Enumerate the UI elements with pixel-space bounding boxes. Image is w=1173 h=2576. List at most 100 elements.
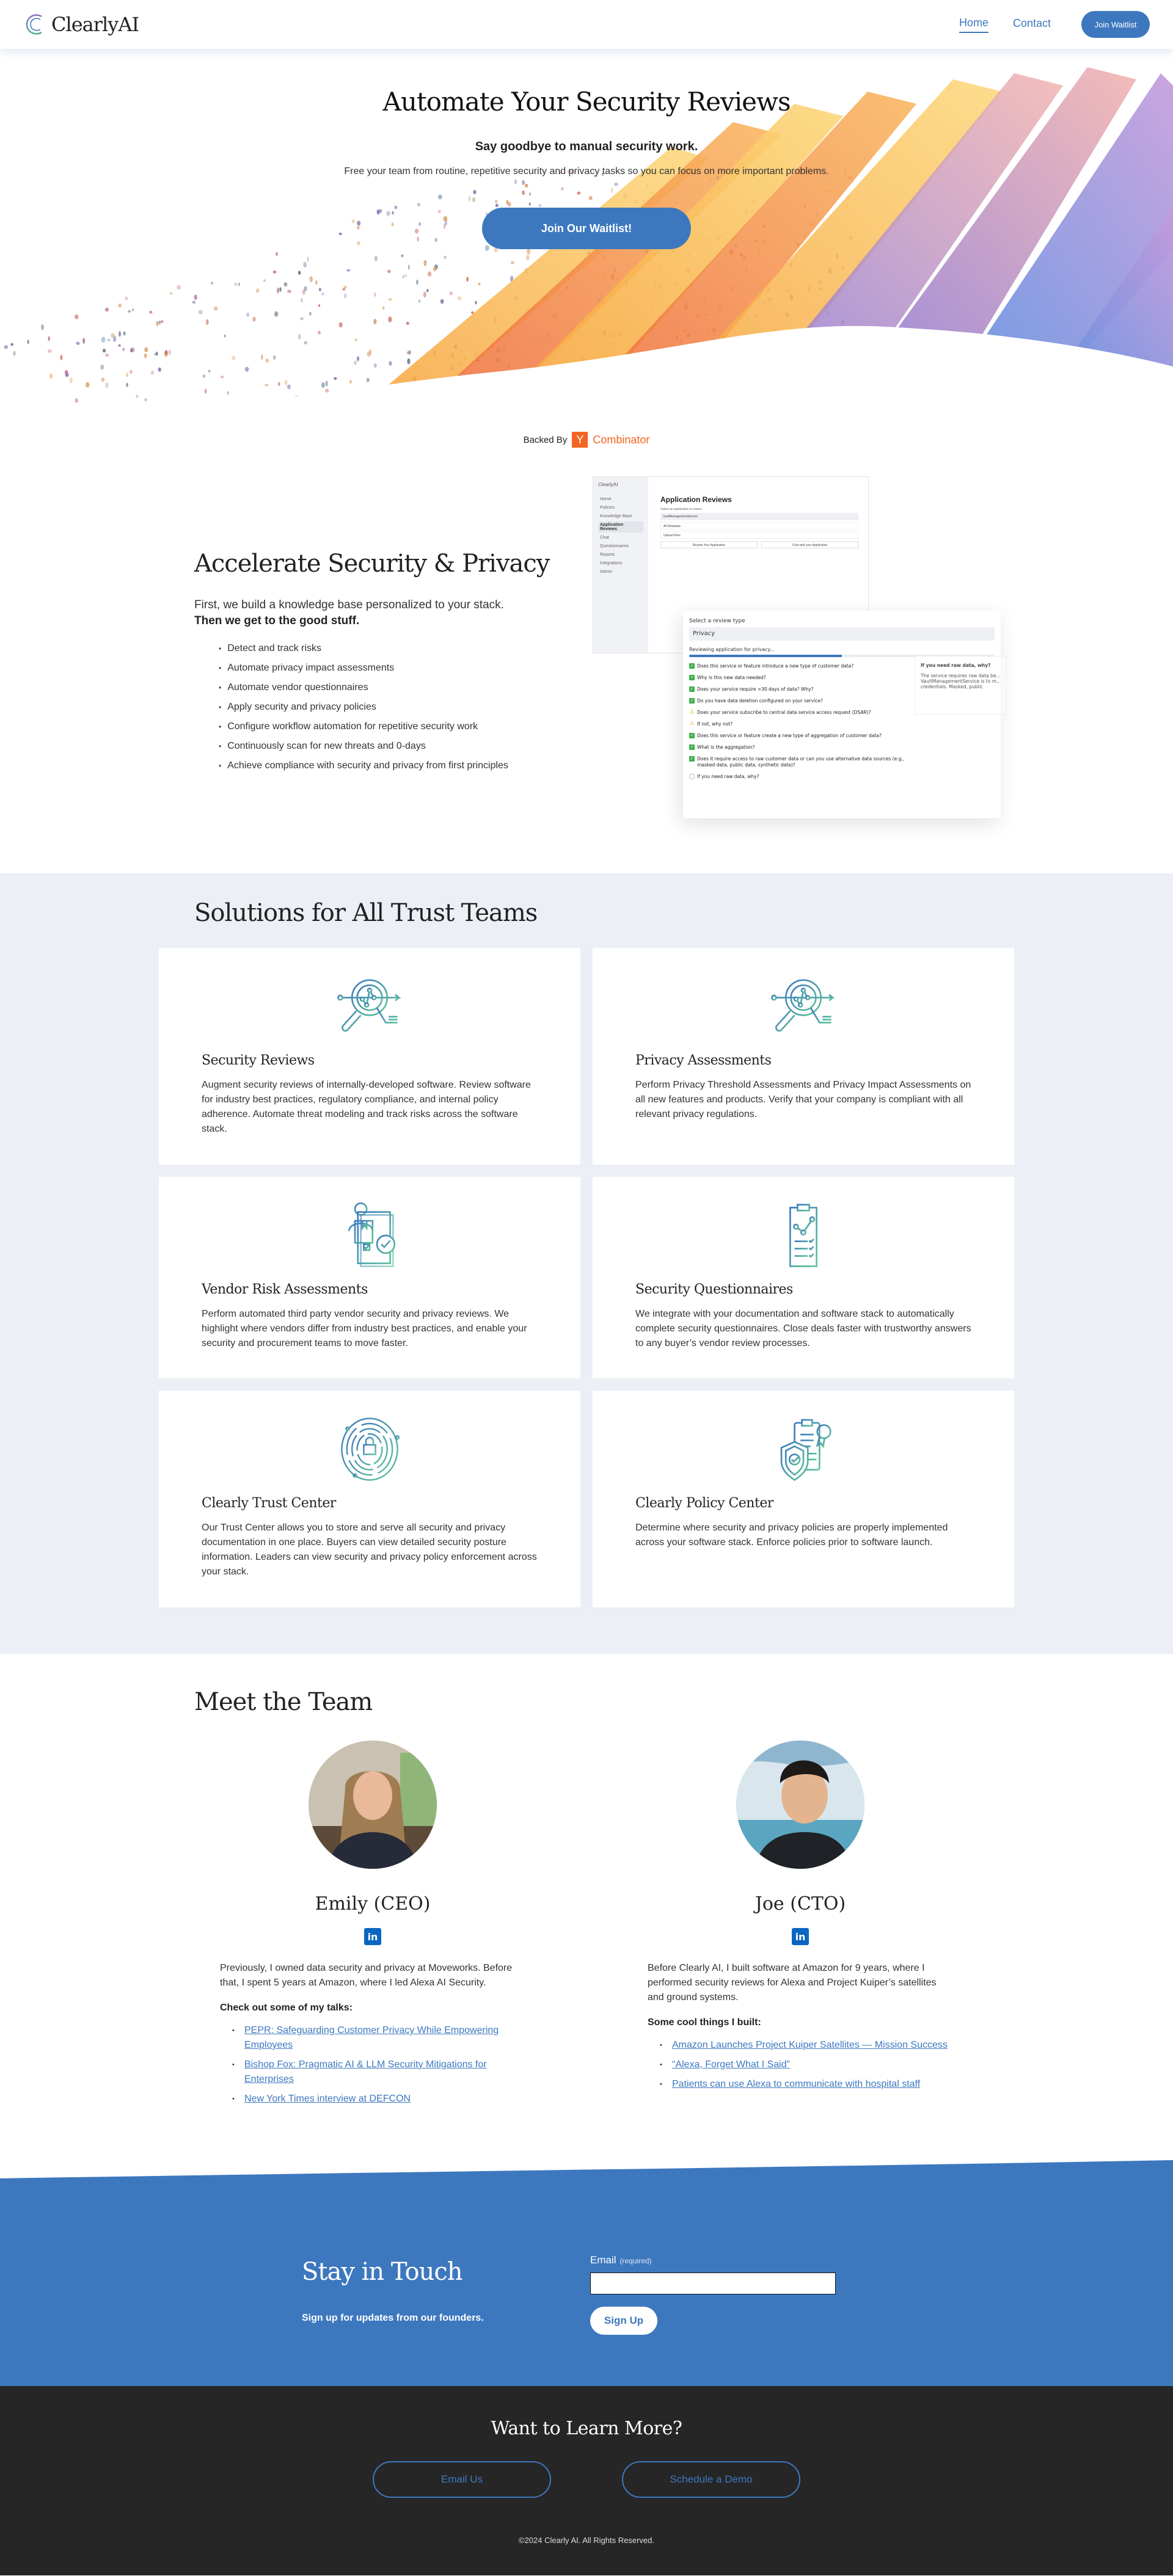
hero-dot	[211, 282, 213, 285]
solution-card: Vendor Risk Assessments Perform automate…	[159, 1177, 580, 1378]
hero-dot	[283, 282, 288, 287]
feature-item: Continuously scan for new threats and 0-…	[219, 737, 561, 756]
hero-dot	[104, 382, 109, 388]
hero-dot	[298, 271, 301, 275]
hero-dot	[272, 355, 276, 360]
hero-dot	[261, 354, 263, 360]
solution-text: Perform Privacy Threshold Assessments an…	[635, 1080, 971, 1119]
app-brand: ClearlyAI	[598, 482, 618, 487]
link-item: PEPR: Safeguarding Customer Privacy Whil…	[232, 2023, 525, 2053]
hero-dot	[234, 283, 238, 286]
avatar-photo-icon	[309, 1741, 437, 1869]
hero-dot	[309, 311, 312, 316]
talk-link[interactable]: PEPR: Safeguarding Customer Privacy Whil…	[244, 2025, 499, 2050]
hero-dot	[318, 304, 321, 307]
schedule-demo-button[interactable]: Schedule a Demo	[622, 2461, 800, 2498]
hero-dot	[144, 353, 147, 358]
hero-dot	[154, 352, 158, 356]
hero-dot	[510, 261, 515, 264]
question-text: Why is this new data needed?	[697, 675, 766, 680]
email-us-button[interactable]: Email Us	[373, 2461, 551, 2498]
hero-dot	[125, 296, 128, 300]
app-nav-item: Reports	[600, 553, 615, 557]
solution-title: Security Reviews	[202, 1053, 315, 1068]
hero-dot	[128, 310, 131, 313]
question-text: If you need raw data, why?	[697, 774, 759, 779]
question-text: Does your service require >30 days of da…	[697, 686, 814, 692]
hero-dot	[164, 350, 168, 355]
review-type-select: Privacy	[689, 627, 995, 641]
hero-dot	[126, 373, 129, 377]
hero-dot	[349, 379, 352, 384]
project-link[interactable]: Amazon Launches Project Kuiper Satellite…	[672, 2040, 948, 2050]
sign-up-button[interactable]: Sign Up	[590, 2307, 657, 2335]
check-icon: ✓	[689, 698, 695, 704]
footer: Want to Learn More? Email Us Schedule a …	[0, 2386, 1173, 2575]
hero-dot	[416, 279, 418, 285]
hero-dot	[64, 370, 68, 375]
logo[interactable]: ClearlyAI	[23, 12, 139, 37]
app-select: VaultManagementService	[660, 513, 858, 520]
hero-dot	[321, 292, 325, 296]
hero-dot	[202, 374, 206, 378]
solution-card: Security Questionnaires We integrate wit…	[593, 1177, 1014, 1378]
accelerate-title: Accelerate Security & Privacy	[194, 550, 550, 578]
hero-dot	[131, 308, 134, 311]
hero-dot	[158, 320, 161, 325]
hero-dot	[136, 394, 139, 399]
solution-card: Privacy Assessments Perform Privacy Thre…	[593, 948, 1014, 1165]
avatar-photo-icon	[736, 1741, 864, 1869]
hero-dot	[106, 338, 111, 341]
hero-dot	[402, 274, 404, 279]
review-question: ✓ Does this service or feature create a n…	[689, 733, 915, 739]
fingerprint-lock-icon	[341, 1417, 400, 1481]
project-link[interactable]: “Alexa, Forget What I Said”	[672, 2059, 790, 2070]
hero-dot	[373, 292, 376, 297]
hero-dot	[353, 360, 357, 365]
app-nav-item: Integrations	[600, 561, 623, 566]
hero-dot	[40, 324, 45, 330]
linkedin-icon[interactable]: in	[792, 1928, 809, 1945]
project-link[interactable]: Patients can use Alexa to communicate wi…	[672, 2079, 920, 2089]
question-text: Do you have data deletion configured on …	[697, 698, 824, 704]
hero-dot	[343, 286, 347, 289]
check-icon: ✓	[689, 686, 695, 692]
app-nav-item: Questionnaires	[600, 544, 629, 548]
hero-dot	[457, 296, 462, 300]
hero-dot	[102, 349, 106, 353]
hero-dot	[334, 377, 337, 380]
hero-dot	[76, 341, 80, 345]
hero-dot	[304, 286, 307, 291]
hero-dot	[272, 271, 277, 274]
review-panel: Select a review type Privacy Reviewing a…	[683, 611, 1007, 818]
email-label: Email (required)	[590, 2254, 836, 2266]
review-question: ✓ Do you have data deletion configured on…	[689, 698, 915, 704]
email-input[interactable]	[590, 2272, 836, 2294]
member-name: Emily (CEO)	[315, 1893, 431, 1915]
hero-dot	[130, 347, 135, 352]
hero-dot	[60, 354, 63, 361]
hero-dot	[27, 339, 30, 344]
hero-dot	[192, 300, 196, 304]
join-our-waitlist-button[interactable]: Join Our Waitlist!	[482, 208, 691, 249]
join-waitlist-button[interactable]: Join Waitlist	[1081, 11, 1150, 38]
nav-home[interactable]: Home	[959, 16, 988, 33]
hero-dot	[303, 261, 307, 268]
hero-dot	[264, 384, 269, 387]
magnifier-analytics-icon	[771, 979, 834, 1032]
hero-dot	[387, 269, 391, 274]
question-list: ✓ Does this service or feature introduce …	[689, 663, 915, 780]
accelerate-intro-bold: Then we get to the good stuff.	[194, 614, 360, 627]
shield-policy-icon	[780, 1419, 831, 1481]
accelerate-intro: First, we build a knowledge base persona…	[194, 599, 504, 611]
linkedin-icon[interactable]: in	[364, 1928, 381, 1945]
review-question: ✓ Does it require access to raw customer …	[689, 756, 915, 768]
hero-dot	[232, 355, 236, 360]
hero-dot	[49, 373, 53, 379]
link-item: Patients can use Alexa to communicate wi…	[660, 2077, 953, 2092]
talk-link[interactable]: Bishop Fox: Pragmatic AI & LLM Security …	[244, 2059, 487, 2084]
hero-dot	[156, 321, 159, 327]
hero-dot	[119, 331, 121, 337]
talk-link[interactable]: New York Times interview at DEFCON	[244, 2094, 411, 2104]
nav-contact[interactable]: Contact	[1013, 17, 1051, 32]
